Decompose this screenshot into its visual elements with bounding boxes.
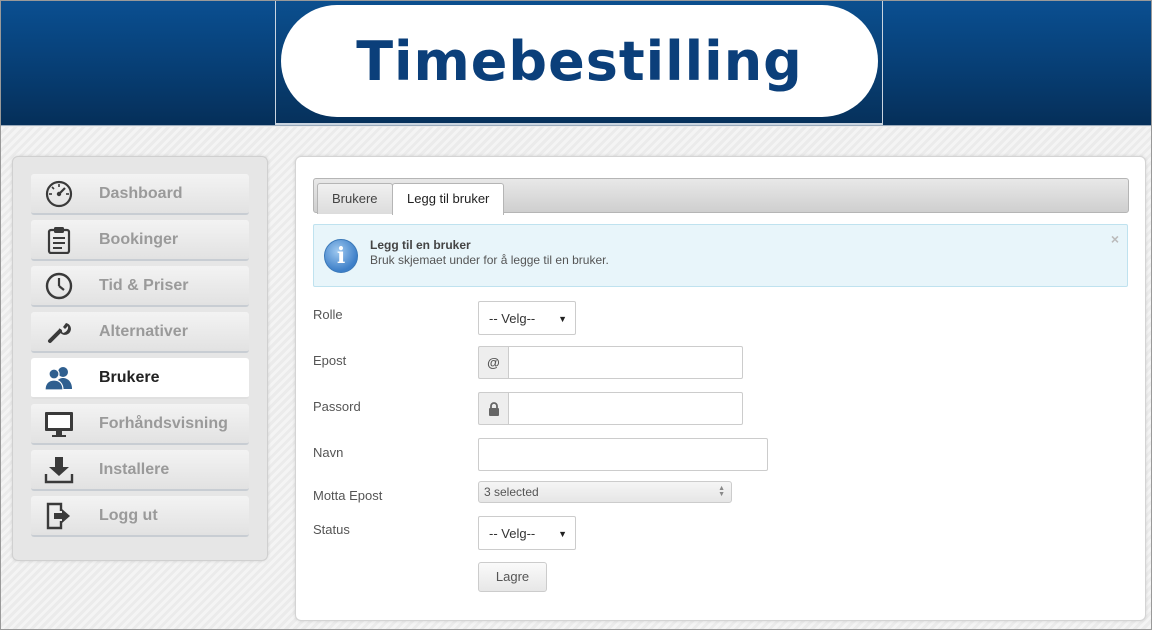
sidebar-item-label: Bookinger — [99, 230, 179, 248]
motta-epost-label: Motta Epost — [313, 488, 383, 503]
sidebar-item-label: Dashboard — [99, 184, 183, 202]
alert-title: Legg til en bruker — [370, 238, 471, 252]
download-icon — [31, 449, 87, 490]
app-title: Timebestilling — [356, 29, 803, 93]
sidebar-item-forhandsvisning[interactable]: Forhåndsvisning — [31, 404, 249, 445]
navn-field[interactable] — [478, 438, 768, 471]
info-icon: i — [324, 239, 358, 273]
navn-label: Navn — [313, 445, 344, 460]
motta-epost-value: 3 selected — [484, 485, 539, 499]
sidebar-item-label: Tid & Priser — [99, 276, 189, 294]
epost-input-group: @ — [478, 346, 743, 379]
caret-down-icon: ▼ — [558, 529, 567, 539]
at-sign-icon: @ — [478, 346, 508, 379]
logout-icon — [31, 495, 87, 536]
sidebar: Dashboard Bookinger Tid & Priser Alterna… — [12, 156, 268, 561]
monitor-icon — [31, 403, 87, 444]
rolle-select[interactable]: -- Velg-- ▼ — [478, 301, 576, 335]
dashboard-gauge-icon — [31, 173, 87, 214]
motta-epost-multiselect[interactable]: 3 selected ▲ ▼ — [478, 481, 732, 503]
sidebar-item-dashboard[interactable]: Dashboard — [31, 174, 249, 215]
clock-icon — [31, 265, 87, 306]
tab-brukere[interactable]: Brukere — [317, 183, 393, 214]
passord-input-group — [478, 392, 743, 425]
users-icon — [31, 357, 87, 398]
info-alert: i Legg til en bruker Bruk skjemaet under… — [313, 224, 1128, 287]
sidebar-item-bookinger[interactable]: Bookinger — [31, 220, 249, 261]
rolle-select-value: -- Velg-- — [489, 311, 536, 326]
tab-legg-til-bruker[interactable]: Legg til bruker — [392, 183, 505, 215]
sidebar-item-alternativer[interactable]: Alternativer — [31, 312, 249, 353]
sidebar-item-label: Forhåndsvisning — [99, 414, 228, 432]
status-select[interactable]: -- Velg-- ▼ — [478, 516, 576, 550]
alert-text: Bruk skjemaet under for å legge til en b… — [370, 253, 609, 267]
clipboard-icon — [31, 219, 87, 260]
sidebar-item-label: Alternativer — [99, 322, 188, 340]
sidebar-item-tid-priser[interactable]: Tid & Priser — [31, 266, 249, 307]
epost-field[interactable] — [508, 346, 743, 379]
sidebar-item-label: Logg ut — [99, 506, 158, 524]
logo-pill: Timebestilling — [281, 5, 878, 117]
wrench-icon — [31, 311, 87, 352]
rolle-label: Rolle — [313, 307, 343, 322]
close-icon[interactable]: × — [1111, 231, 1119, 247]
caret-down-icon: ▼ — [558, 314, 567, 324]
passord-field[interactable] — [508, 392, 743, 425]
sidebar-item-label: Brukere — [99, 368, 160, 386]
lagre-button[interactable]: Lagre — [478, 562, 547, 592]
header-bar: Timebestilling — [1, 1, 1151, 126]
sidebar-item-installere[interactable]: Installere — [31, 450, 249, 491]
main-panel: Brukere Legg til bruker i Legg til en br… — [295, 156, 1146, 621]
tab-bar: Brukere Legg til bruker — [313, 178, 1129, 215]
logo-banner: Timebestilling — [275, 1, 883, 125]
status-label: Status — [313, 522, 350, 537]
updown-arrows-icon: ▲ ▼ — [718, 485, 725, 498]
sidebar-item-brukere[interactable]: Brukere — [31, 358, 249, 399]
passord-label: Passord — [313, 399, 361, 414]
sidebar-item-logg-ut[interactable]: Logg ut — [31, 496, 249, 537]
lock-icon — [478, 392, 508, 425]
status-select-value: -- Velg-- — [489, 526, 536, 541]
epost-label: Epost — [313, 353, 347, 368]
sidebar-item-label: Installere — [99, 460, 170, 478]
